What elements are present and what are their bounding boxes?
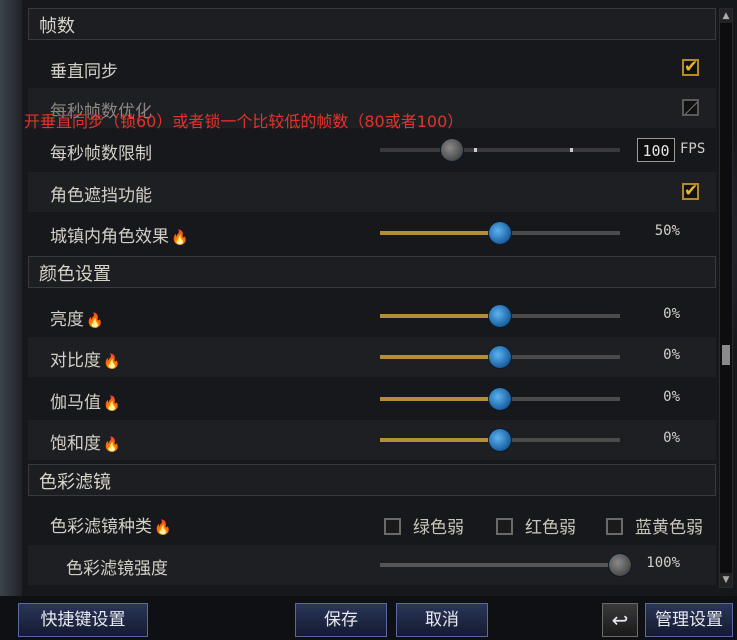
slider-knob[interactable] [489, 429, 511, 451]
slider-fill [380, 397, 500, 401]
section-framerate: 帧数 [28, 8, 716, 40]
filter-option-label: 绿色弱 [413, 518, 464, 538]
slider-fill [380, 355, 500, 359]
setting-label: 伽马值 [50, 393, 101, 413]
setting-brightness[interactable]: 亮度 🔥 0% [28, 296, 716, 336]
filter-strength-slider [380, 554, 631, 576]
flame-icon: 🔥 [103, 396, 121, 412]
slider-value: 0% [663, 306, 680, 322]
setting-contrast[interactable]: 对比度 🔥 0% [28, 337, 716, 377]
slider-knob [609, 554, 631, 576]
section-color: 颜色设置 [28, 256, 716, 288]
setting-occlusion[interactable]: 角色遮挡功能 [28, 172, 716, 212]
slider-value: 0% [663, 347, 680, 363]
flame-icon: 🔥 [103, 354, 121, 370]
slider-value: 100% [646, 555, 680, 571]
flame-icon: 🔥 [154, 520, 172, 536]
manage-settings-button[interactable]: 管理设置 [645, 603, 733, 637]
setting-town-effect[interactable]: 城镇内角色效果 🔥 50% [28, 213, 716, 253]
fps-unit-label: FPS [680, 141, 706, 157]
slider-fill [380, 231, 500, 235]
setting-saturation[interactable]: 饱和度 🔥 0% [28, 420, 716, 460]
undo-icon[interactable]: ↩ [602, 603, 638, 637]
filter-option-red[interactable]: 红色弱 [496, 513, 576, 538]
gamma-slider[interactable] [380, 388, 620, 410]
setting-fps-limit[interactable]: 每秒帧数限制 100 FPS [28, 130, 716, 170]
slider-tick [474, 148, 477, 152]
slider-fill [380, 438, 500, 442]
setting-label: 垂直同步 [50, 62, 118, 82]
checkbox[interactable] [606, 518, 623, 535]
fps-limit-input[interactable]: 100 [637, 138, 675, 162]
checkbox[interactable] [496, 518, 513, 535]
setting-filter-type[interactable]: 色彩滤镜种类 🔥 绿色弱 红色弱 蓝黄色弱 [28, 503, 716, 543]
setting-label: 每秒帧数限制 [50, 144, 152, 164]
setting-vsync[interactable]: 垂直同步 [28, 48, 716, 88]
occlusion-checkbox[interactable] [682, 181, 699, 201]
filter-option-green[interactable]: 绿色弱 [384, 513, 464, 538]
scrollbar[interactable]: ▲ ▼ [719, 8, 733, 588]
filter-option-blue-yellow[interactable]: 蓝黄色弱 [606, 513, 703, 538]
slider-knob[interactable] [489, 346, 511, 368]
scroll-down-icon[interactable]: ▼ [720, 573, 732, 587]
slider-knob[interactable] [489, 222, 511, 244]
slider-knob[interactable] [441, 139, 463, 161]
setting-label: 饱和度 [50, 434, 101, 454]
flame-icon: 🔥 [86, 313, 104, 329]
contrast-slider[interactable] [380, 346, 620, 368]
fps-optimization-checkbox [682, 99, 699, 116]
setting-label: 亮度 [50, 310, 84, 330]
filter-option-label: 蓝黄色弱 [635, 518, 703, 538]
slider-knob[interactable] [489, 388, 511, 410]
slider-fill [380, 314, 500, 318]
setting-label: 角色遮挡功能 [50, 186, 152, 206]
shortcut-settings-button[interactable]: 快捷键设置 [18, 603, 148, 637]
cancel-button[interactable]: 取消 [396, 603, 488, 637]
section-title: 颜色设置 [39, 264, 111, 285]
slider-knob[interactable] [489, 305, 511, 327]
section-title: 帧数 [39, 16, 75, 37]
flame-icon: 🔥 [103, 437, 121, 453]
brightness-slider[interactable] [380, 305, 620, 327]
slider-value: 0% [663, 430, 680, 446]
setting-label: 对比度 [50, 351, 101, 371]
checkbox[interactable] [384, 518, 401, 535]
section-title: 色彩滤镜 [39, 472, 111, 493]
slider-fill [380, 563, 620, 567]
slider-value: 0% [663, 389, 680, 405]
setting-label: 色彩滤镜强度 [66, 559, 168, 579]
town-effect-slider[interactable] [380, 222, 620, 244]
flame-icon: 🔥 [171, 230, 189, 246]
overlay-annotation: 开垂直同步（锁60）或者锁一个比较低的帧数（80或者100） [24, 112, 464, 131]
save-button[interactable]: 保存 [295, 603, 387, 637]
scroll-thumb[interactable] [722, 345, 730, 365]
setting-gamma[interactable]: 伽马值 🔥 0% [28, 379, 716, 419]
slider-tick [570, 148, 573, 152]
slider-value: 50% [654, 223, 680, 239]
saturation-slider[interactable] [380, 429, 620, 451]
scroll-up-icon[interactable]: ▲ [720, 9, 732, 23]
vsync-checkbox[interactable] [682, 57, 699, 77]
fps-limit-slider[interactable] [380, 139, 620, 161]
setting-filter-strength: 色彩滤镜强度 100% [28, 545, 716, 585]
setting-label: 城镇内角色效果 [50, 227, 169, 247]
filter-option-label: 红色弱 [525, 518, 576, 538]
setting-label: 色彩滤镜种类 [50, 517, 152, 537]
section-filter: 色彩滤镜 [28, 464, 716, 496]
